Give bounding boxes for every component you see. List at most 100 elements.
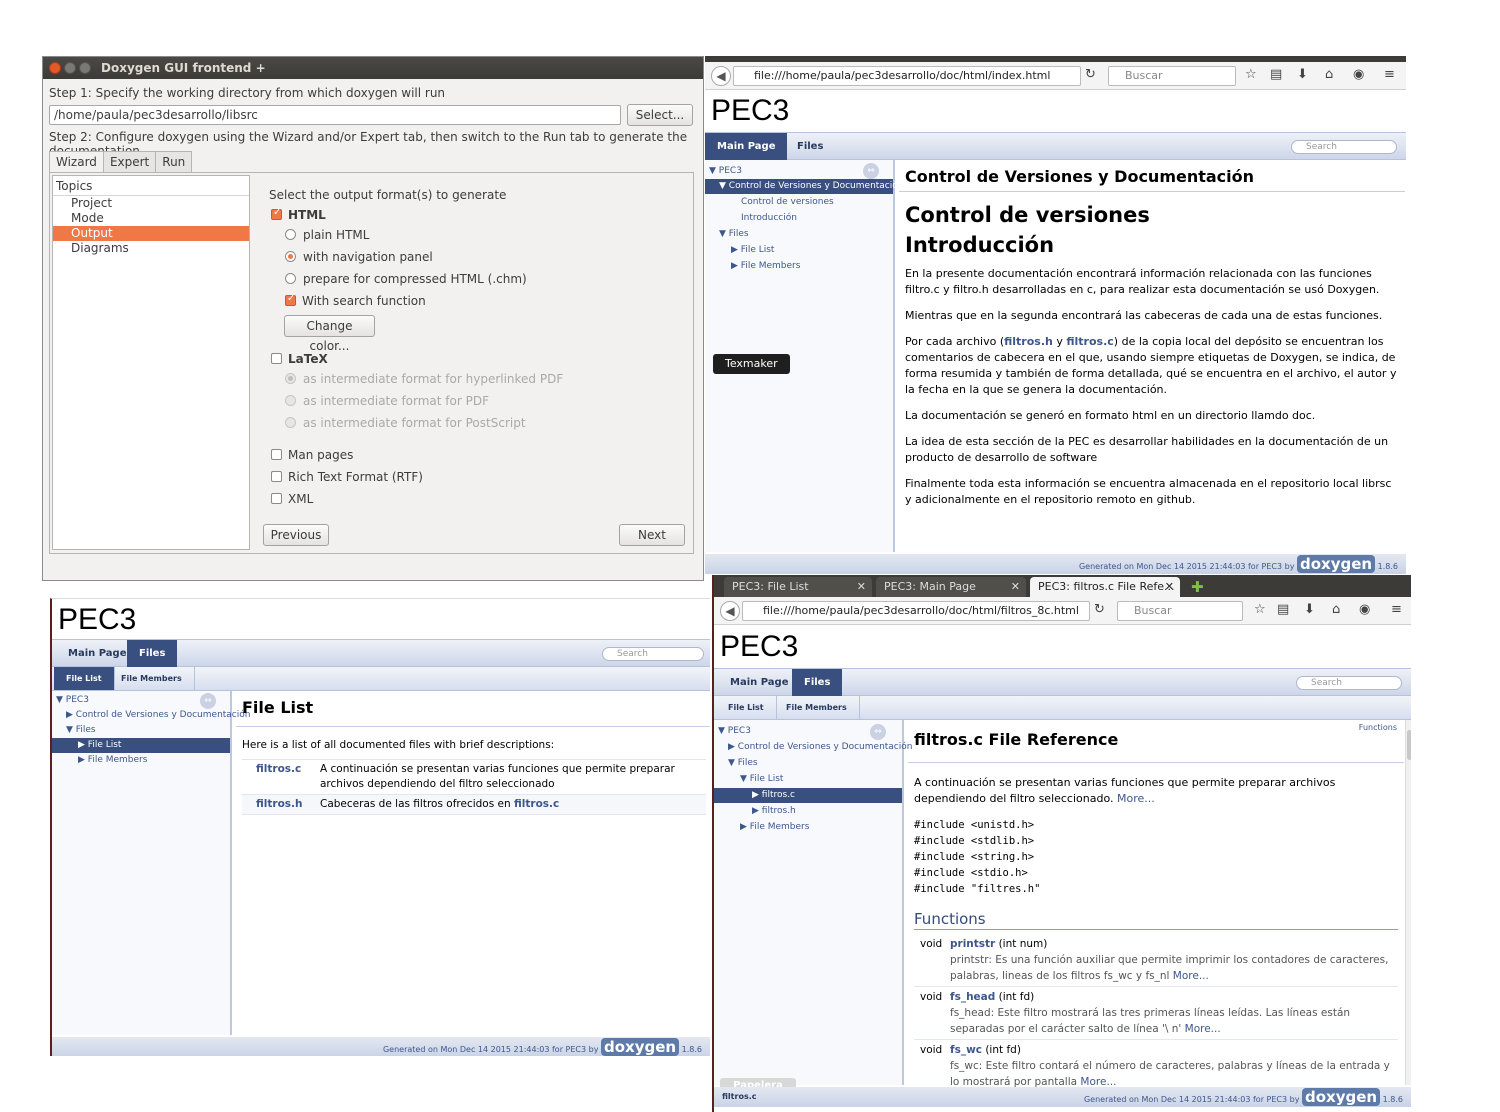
tab-main-page[interactable]: Main Page: [718, 669, 800, 696]
minimize-icon[interactable]: [64, 62, 76, 74]
browser-tab-file-list[interactable]: PEC3: File List ✕: [724, 577, 872, 597]
bookmarks-list-icon[interactable]: ▤: [1277, 602, 1289, 617]
change-color-button[interactable]: Change color...: [284, 315, 375, 353]
nav-panel-radio[interactable]: [285, 251, 296, 262]
doxygen-logo[interactable]: doxygen: [1297, 555, 1376, 573]
url-bar[interactable]: file:///home/paula/pec3desarrollo/doc/ht…: [733, 66, 1081, 86]
back-icon[interactable]: ◀: [720, 601, 740, 621]
tree-control-de-versiones[interactable]: Control de versiones: [705, 195, 893, 210]
topic-mode[interactable]: Mode: [53, 211, 249, 226]
tree-file-list[interactable]: ▶ File List: [705, 243, 893, 258]
doc-search-input[interactable]: Search: [1291, 140, 1397, 154]
tree-file-list[interactable]: ▼ File List: [714, 772, 902, 787]
link-filtros-c[interactable]: filtros.c: [1066, 335, 1113, 348]
home-icon[interactable]: ⌂: [1325, 67, 1333, 82]
content-scrollbar[interactable]: [1405, 720, 1411, 1085]
function-link-fs-wc[interactable]: fs_wc: [950, 1044, 982, 1056]
subtab-file-members[interactable]: File Members: [774, 696, 860, 719]
bookmarks-list-icon[interactable]: ▤: [1270, 67, 1282, 82]
download-icon[interactable]: ⬇: [1297, 67, 1308, 82]
more-link[interactable]: More...: [1117, 792, 1155, 805]
menu-icon[interactable]: ≡: [1391, 602, 1402, 617]
tree-filtros-c[interactable]: ▶ filtros.c: [714, 788, 902, 803]
subtab-file-list[interactable]: File List: [54, 667, 115, 690]
browser-tab-main-page[interactable]: PEC3: Main Page ✕: [876, 577, 1026, 597]
search-function-checkbox[interactable]: [285, 293, 296, 306]
chat-icon[interactable]: ◉: [1359, 602, 1370, 617]
browser-tab-file-reference[interactable]: PEC3: filtros.c File Refe... ✕: [1030, 577, 1180, 597]
tree-file-list[interactable]: ▶ File List: [52, 738, 230, 753]
tab-files[interactable]: Files: [785, 133, 835, 160]
doc-search-input[interactable]: Search: [1296, 676, 1402, 690]
close-tab-icon[interactable]: ✕: [1011, 577, 1020, 597]
bookmark-star-icon[interactable]: ☆: [1254, 602, 1266, 617]
scrollbar-thumb[interactable]: [1407, 730, 1411, 760]
file-link-filtros-c[interactable]: filtros.c: [242, 762, 320, 792]
breadcrumb[interactable]: filtros.c: [722, 1087, 756, 1107]
function-link-fs-head[interactable]: fs_head: [950, 991, 995, 1003]
maximize-icon[interactable]: [79, 62, 91, 74]
tree-file-members[interactable]: ▶ File Members: [52, 753, 230, 768]
man-pages-checkbox[interactable]: [271, 449, 282, 460]
download-icon[interactable]: ⬇: [1304, 602, 1315, 617]
tree-files[interactable]: ▼ Files: [52, 723, 230, 738]
topic-output[interactable]: Output: [53, 226, 249, 241]
reload-icon[interactable]: ↻: [1094, 602, 1105, 617]
tree-control-versiones[interactable]: ▶ Control de Versiones y Documentación: [52, 708, 250, 723]
subtab-file-list[interactable]: File List: [716, 696, 777, 719]
xml-checkbox[interactable]: [271, 493, 282, 504]
tree-files[interactable]: ▼ Files: [714, 756, 902, 771]
plain-html-radio[interactable]: [285, 229, 296, 240]
tab-files[interactable]: Files: [127, 640, 178, 667]
file-link-filtros-h[interactable]: filtros.h: [242, 797, 320, 812]
tree-file-members[interactable]: ▶ File Members: [714, 820, 902, 835]
chm-radio[interactable]: [285, 273, 296, 284]
tab-files[interactable]: Files: [792, 669, 843, 696]
doxygen-logo[interactable]: doxygen: [1302, 1088, 1381, 1106]
functions-summary-link[interactable]: Functions: [1359, 723, 1397, 732]
tree-pec3[interactable]: ▼ PEC3: [52, 693, 230, 708]
tree-files[interactable]: ▼ Files: [705, 227, 893, 242]
tree-control-versiones[interactable]: ▼ Control de Versiones y Documentación: [705, 179, 903, 194]
close-tab-icon[interactable]: ✕: [1165, 577, 1174, 597]
url-bar[interactable]: file:///home/paula/pec3desarrollo/doc/ht…: [742, 601, 1090, 621]
desc-link-filtros-c[interactable]: filtros.c: [514, 798, 559, 810]
doc-search-input[interactable]: Search: [602, 647, 704, 661]
link-filtros-h[interactable]: filtros.h: [1004, 335, 1053, 348]
topic-diagrams[interactable]: Diagrams: [53, 241, 249, 256]
tree-control-versiones[interactable]: ▶ Control de Versiones y Documentación: [714, 740, 912, 755]
tree-pec3[interactable]: ▼ PEC3: [714, 724, 902, 739]
tab-run[interactable]: Run: [155, 151, 193, 173]
subtab-file-members[interactable]: File Members: [109, 667, 195, 690]
back-icon[interactable]: ◀: [711, 66, 731, 86]
rtf-checkbox[interactable]: [271, 471, 282, 482]
previous-button[interactable]: Previous: [263, 524, 329, 546]
latex-pdf-radio[interactable]: [285, 395, 296, 406]
tab-wizard[interactable]: Wizard: [49, 151, 104, 173]
tree-introduccion[interactable]: Introducción: [705, 211, 893, 226]
topic-project[interactable]: Project: [53, 196, 249, 211]
browser-search-input[interactable]: Buscar: [1117, 601, 1243, 621]
html-checkbox[interactable]: [271, 207, 282, 220]
function-link-printstr[interactable]: printstr: [950, 938, 995, 950]
chat-icon[interactable]: ◉: [1353, 67, 1364, 82]
latex-ps-radio[interactable]: [285, 417, 296, 428]
more-link[interactable]: More...: [1173, 970, 1209, 982]
more-link[interactable]: More...: [1185, 1023, 1221, 1035]
reload-icon[interactable]: ↻: [1085, 67, 1096, 82]
new-tab-icon[interactable]: ✚: [1188, 577, 1210, 597]
next-button[interactable]: Next: [619, 524, 685, 546]
tree-file-members[interactable]: ▶ File Members: [705, 259, 893, 274]
close-tab-icon[interactable]: ✕: [857, 577, 866, 597]
browser-search-input[interactable]: Buscar: [1108, 66, 1236, 86]
select-button[interactable]: Select...: [627, 104, 693, 126]
doxygen-logo[interactable]: doxygen: [601, 1038, 680, 1056]
tree-pec3[interactable]: ▼ PEC3: [705, 164, 893, 179]
tree-filtros-h[interactable]: ▶ filtros.h: [714, 804, 902, 819]
latex-checkbox[interactable]: [271, 353, 282, 364]
menu-icon[interactable]: ≡: [1384, 67, 1395, 82]
close-icon[interactable]: [49, 62, 61, 74]
latex-pdf-link-radio[interactable]: [285, 373, 296, 384]
bookmark-star-icon[interactable]: ☆: [1245, 67, 1257, 82]
home-icon[interactable]: ⌂: [1332, 602, 1340, 617]
